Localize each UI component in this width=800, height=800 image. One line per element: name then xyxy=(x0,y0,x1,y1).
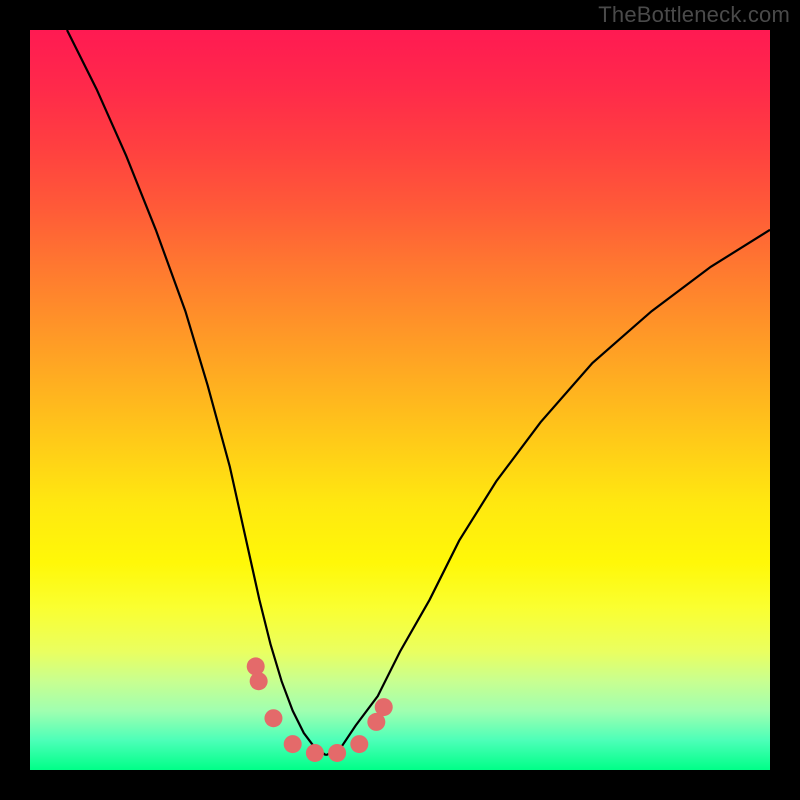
highlight-markers xyxy=(247,657,393,762)
highlight-point xyxy=(247,657,265,675)
plot-area xyxy=(30,30,770,770)
curve-right-branch xyxy=(326,230,770,755)
highlight-point xyxy=(375,698,393,716)
chart-frame: TheBottleneck.com xyxy=(0,0,800,800)
highlight-point xyxy=(284,735,302,753)
highlight-point xyxy=(328,744,346,762)
highlight-point xyxy=(350,735,368,753)
curves-svg xyxy=(30,30,770,770)
curve-left-branch xyxy=(67,30,326,755)
highlight-point xyxy=(264,709,282,727)
highlight-point xyxy=(306,744,324,762)
watermark-text: TheBottleneck.com xyxy=(598,2,790,28)
highlight-point xyxy=(250,672,268,690)
